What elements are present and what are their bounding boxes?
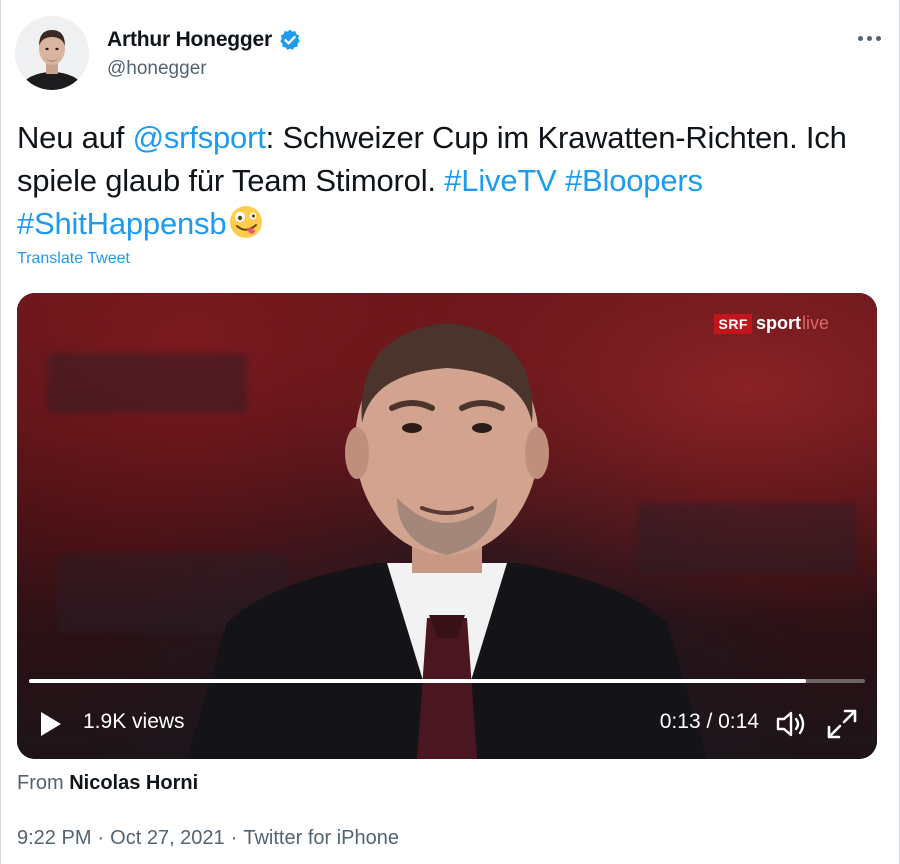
tweet-text: Neu auf @srfsport: Schweizer Cup im Kraw… <box>17 116 877 245</box>
avatar[interactable] <box>15 16 89 90</box>
display-name[interactable]: Arthur Honegger <box>107 28 272 52</box>
srf-sport-live-logo: SRF sport live <box>714 313 829 334</box>
tweet-header: Arthur Honegger @honegger <box>15 14 887 94</box>
brand-srf: SRF <box>714 313 752 334</box>
user-handle[interactable]: @honegger <box>107 58 302 80</box>
zany-face-emoji-icon <box>230 206 263 238</box>
fullscreen-icon[interactable] <box>825 707 859 741</box>
video-player[interactable]: SRF sport live 1.9K views 0:13 / 0:14 <box>17 293 877 759</box>
tweet-text-segment: Neu auf <box>17 120 133 155</box>
volume-icon[interactable] <box>775 709 807 739</box>
view-count: 1.9K views <box>83 710 185 733</box>
tweet-text-space <box>557 163 565 198</box>
separator: · <box>97 827 105 849</box>
name-row: Arthur Honegger <box>107 28 302 52</box>
video-time: 0:13 / 0:14 <box>659 710 759 733</box>
more-horizontal-icon[interactable] <box>851 26 887 50</box>
video-progress-fill <box>29 679 807 683</box>
source-prefix: From <box>17 772 70 794</box>
hashtag-link-bloopers[interactable]: #Bloopers <box>565 163 703 198</box>
avatar-photo <box>15 16 89 90</box>
hashtag-link-livetv[interactable]: #LiveTV <box>444 163 557 198</box>
tweet-time[interactable]: 9:22 PM <box>17 827 91 850</box>
separator: · <box>230 827 238 849</box>
mention-link[interactable]: @srfsport <box>133 120 266 155</box>
play-icon[interactable] <box>39 711 63 737</box>
tweet-date[interactable]: Oct 27, 2021 <box>110 827 225 850</box>
translate-tweet-link[interactable]: Translate Tweet <box>17 250 130 268</box>
verified-badge-icon <box>280 29 300 50</box>
video-controls: 1.9K views 0:13 / 0:14 <box>17 689 877 759</box>
tweet-metadata: 9:22 PM · Oct 27, 2021 · Twitter for iPh… <box>17 827 399 850</box>
source-name-link[interactable]: Nicolas Horni <box>69 772 198 794</box>
author-info: Arthur Honegger @honegger <box>107 28 302 80</box>
hashtag-link-shithappensb[interactable]: #ShitHappensb <box>17 206 227 241</box>
video-source: From Nicolas Horni <box>17 772 198 795</box>
tweet-card: Arthur Honegger @honegger Neu auf @srfsp… <box>0 0 900 864</box>
tweet-client[interactable]: Twitter for iPhone <box>243 827 399 850</box>
video-progress-bar[interactable] <box>29 679 865 683</box>
brand-live: live <box>801 313 829 333</box>
brand-sport: sport <box>755 313 801 333</box>
